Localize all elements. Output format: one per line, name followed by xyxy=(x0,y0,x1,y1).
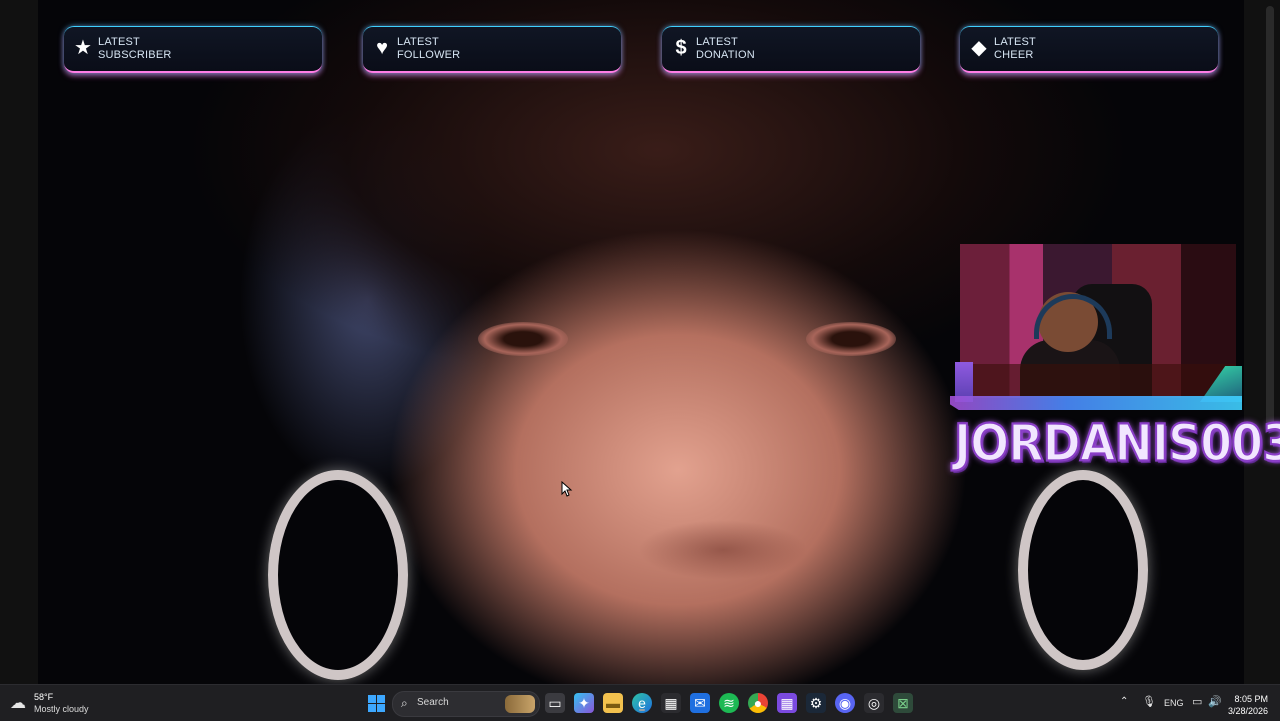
search-highlight-image xyxy=(505,695,535,713)
alert-line1: LATEST xyxy=(994,36,1036,48)
apps-grid-icon[interactable]: ▦ xyxy=(777,693,797,713)
weather-temp: 58°F xyxy=(34,692,54,702)
microsoft-store-icon[interactable]: ▦ xyxy=(661,693,681,713)
alert-line1: LATEST xyxy=(397,36,439,48)
left-border xyxy=(0,0,38,684)
weather-desc: Mostly cloudy xyxy=(34,704,89,714)
earring-left xyxy=(268,470,408,680)
alert-label: LATEST SUBSCRIBER xyxy=(98,36,172,62)
cloud-icon: ☁ xyxy=(10,695,26,712)
diamond-icon: ◆ xyxy=(971,37,987,59)
alert-latest-donation: $ LATEST DONATION xyxy=(662,26,920,73)
alert-latest-subscriber: ★ LATEST SUBSCRIBER xyxy=(64,26,322,73)
alert-latest-cheer: ◆ LATEST CHEER xyxy=(960,26,1218,73)
steam-icon[interactable]: ⚙ xyxy=(806,693,826,713)
edge-browser-icon[interactable]: e xyxy=(632,693,652,713)
discord-icon[interactable]: ◉ xyxy=(835,693,855,713)
system-clock[interactable]: 8:05 PM 3/28/2026 xyxy=(1228,693,1268,717)
chrome-icon[interactable]: ● xyxy=(748,693,768,713)
webcam-feed xyxy=(960,244,1236,398)
webcam-frame-bottom xyxy=(950,396,1242,410)
dollar-icon: $ xyxy=(675,37,687,59)
start-button[interactable] xyxy=(366,693,386,713)
alert-label: LATEST DONATION xyxy=(696,36,755,62)
task-view-icon[interactable]: ▭ xyxy=(545,693,565,713)
obs-icon[interactable]: ◎ xyxy=(864,693,884,713)
search-box[interactable]: ⌕ Search xyxy=(392,691,540,717)
file-explorer-icon[interactable]: ▬ xyxy=(603,693,623,713)
search-icon: ⌕ xyxy=(401,696,408,710)
desk xyxy=(960,364,1236,398)
earring-right xyxy=(1018,470,1148,670)
scrollbar-thumb[interactable] xyxy=(1266,6,1274,426)
clock-date: 3/28/2026 xyxy=(1227,706,1268,716)
alert-latest-follower: ♥ LATEST FOLLOWER xyxy=(363,26,621,73)
outlook-icon[interactable]: ✉ xyxy=(690,693,710,713)
alert-line2: CHEER xyxy=(994,49,1034,61)
language-label: ENG xyxy=(1164,698,1184,708)
streamer-name: JORDANIS003 xyxy=(953,412,1280,474)
search-label: Search xyxy=(417,697,449,708)
heart-icon: ♥ xyxy=(376,37,388,59)
face-eye-left xyxy=(478,322,568,356)
face-eye-right xyxy=(806,322,896,356)
alert-line1: LATEST xyxy=(696,36,738,48)
alert-label: LATEST FOLLOWER xyxy=(397,36,460,62)
alert-line2: DONATION xyxy=(696,49,755,61)
face-nose xyxy=(638,520,808,580)
right-scrollbar[interactable] xyxy=(1244,0,1280,684)
star-icon: ★ xyxy=(74,37,92,59)
alert-line2: FOLLOWER xyxy=(397,49,461,61)
alert-line1: LATEST xyxy=(98,36,140,48)
app-icon[interactable]: ⊠ xyxy=(893,693,913,713)
taskbar: ☁ 58°F Mostly cloudy ⌕ Search ▭ ✦ ▬ e ▦ … xyxy=(0,684,1280,721)
alert-line2: SUBSCRIBER xyxy=(98,49,172,61)
spotify-icon[interactable]: ≋ xyxy=(719,693,739,713)
clock-time: 8:05 PM xyxy=(1234,694,1268,704)
alert-label: LATEST CHEER xyxy=(994,36,1036,62)
copilot-icon[interactable]: ✦ xyxy=(574,693,594,713)
